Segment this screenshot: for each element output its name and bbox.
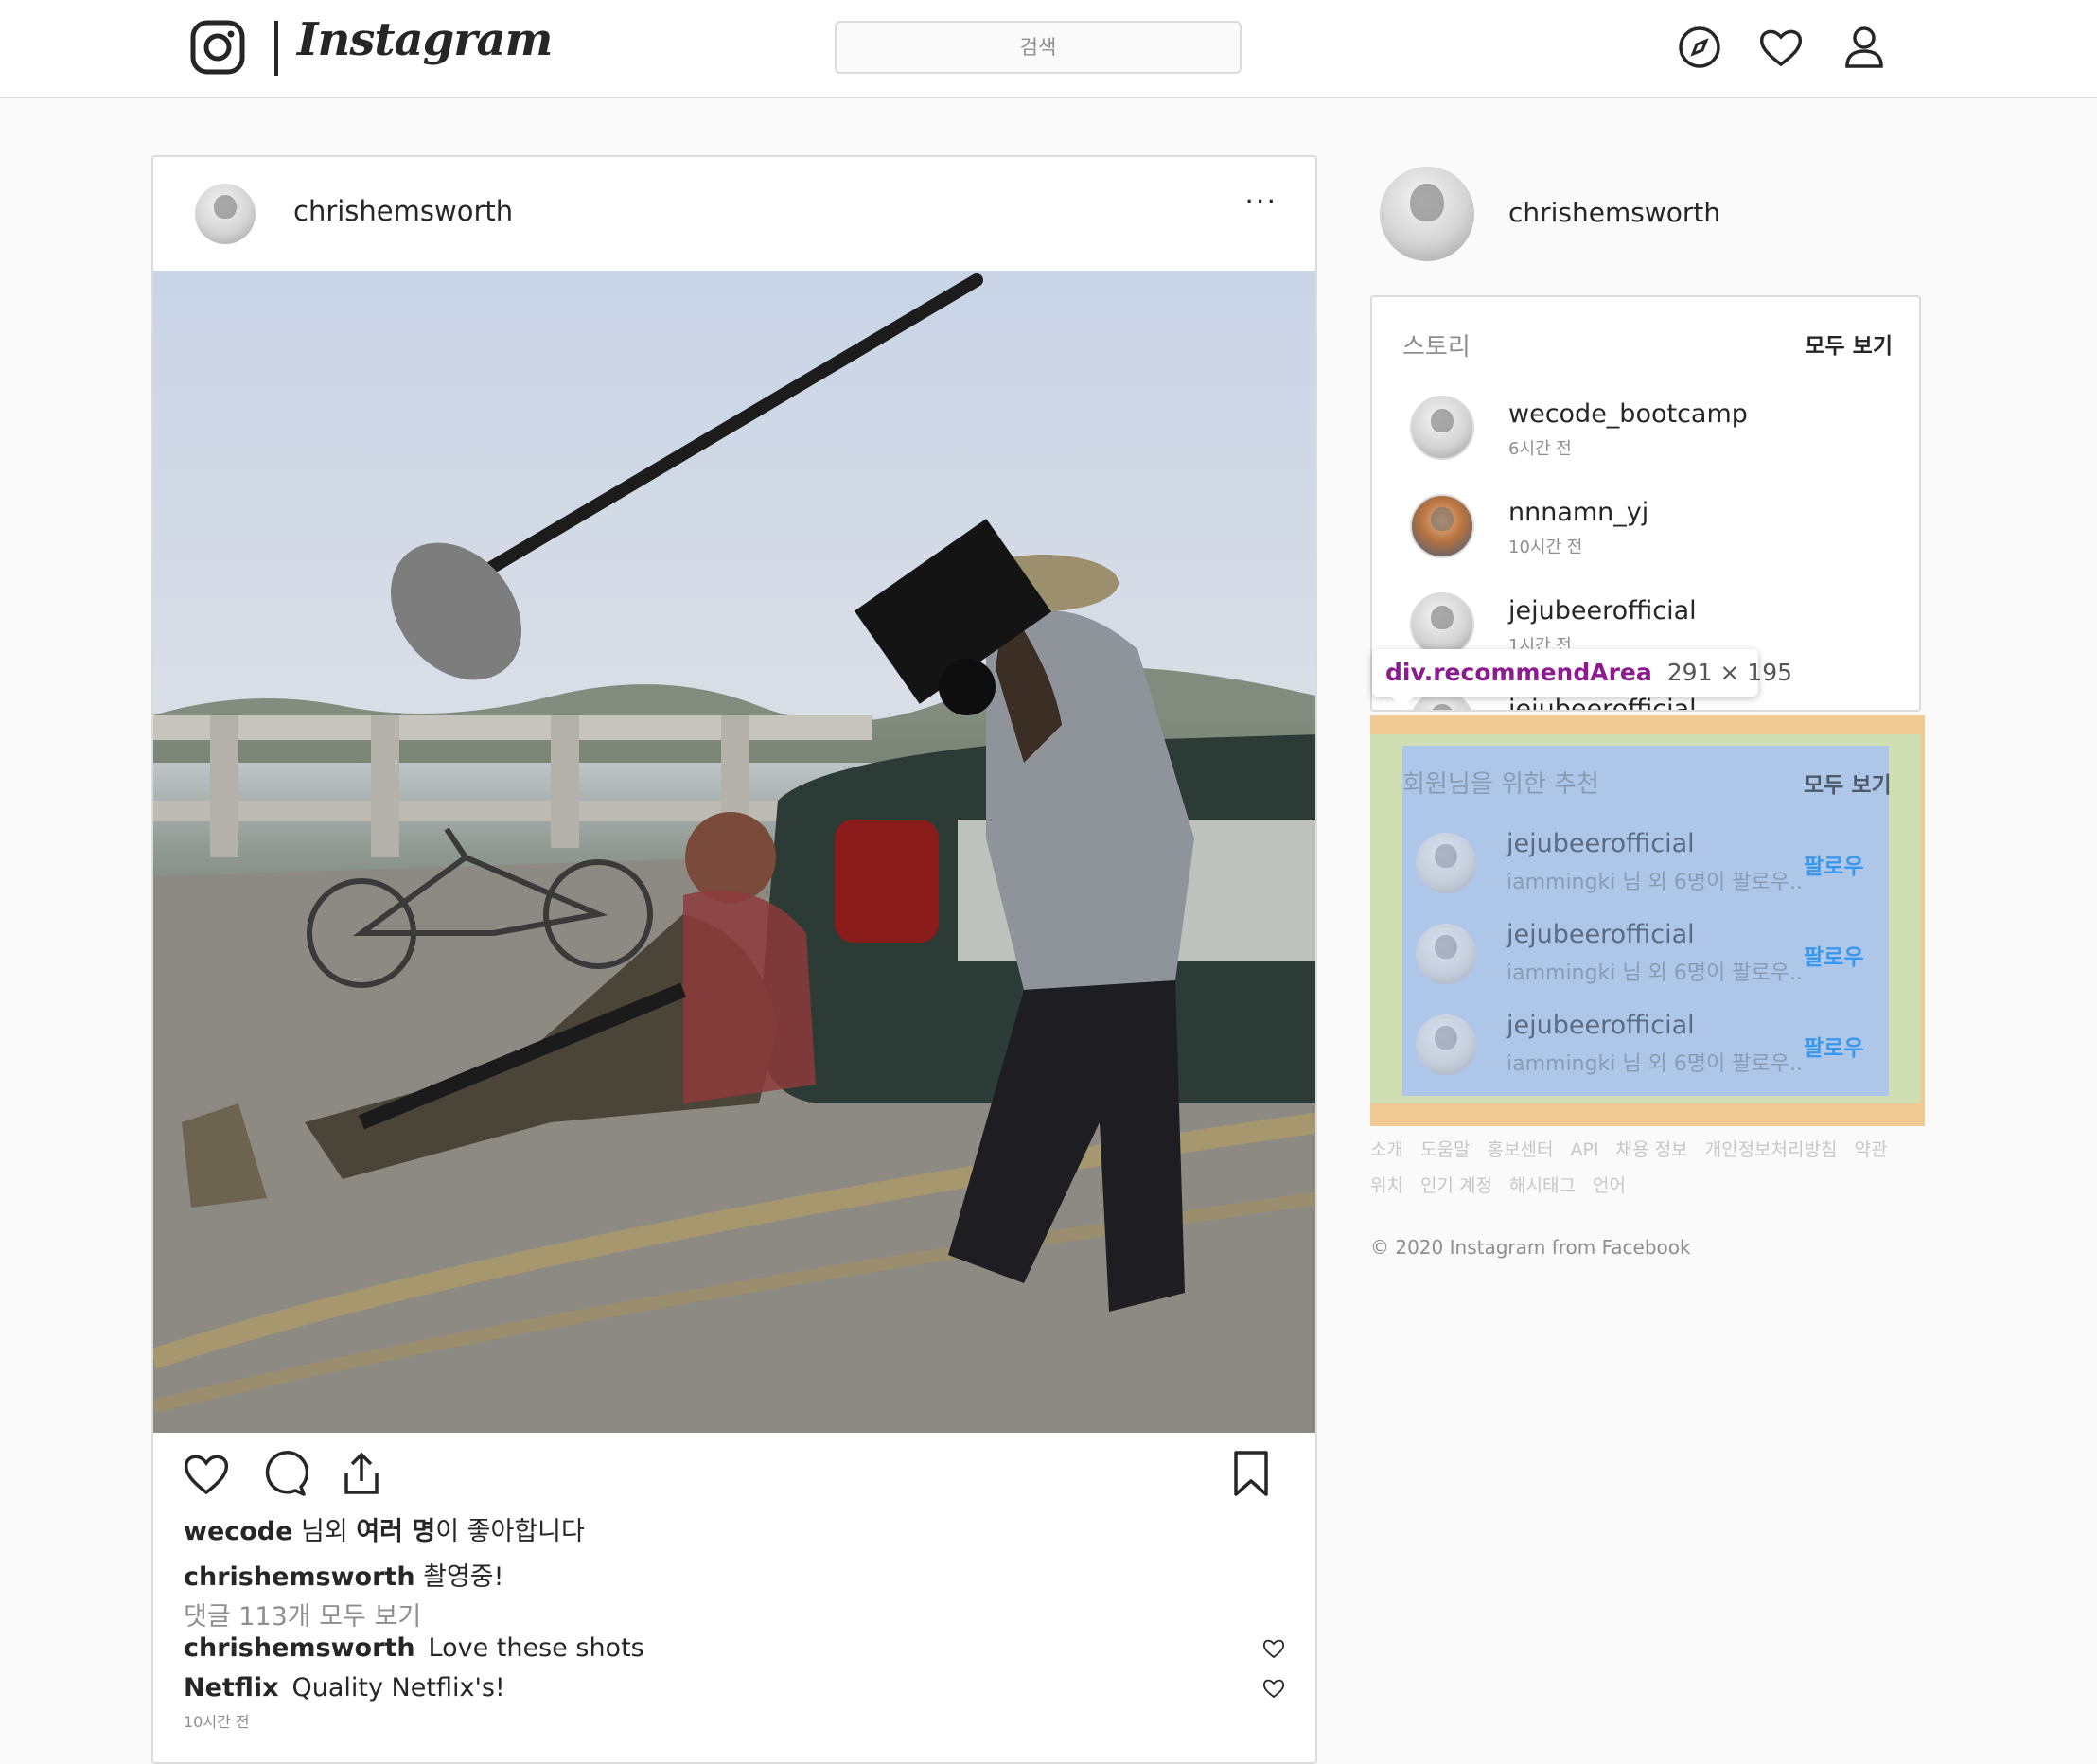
copyright: © 2020 Instagram from Facebook: [1370, 1236, 1691, 1259]
story-item[interactable]: nnnamn_yj 10시간 전: [1410, 494, 1902, 570]
bookmark-icon[interactable]: [1226, 1449, 1276, 1498]
comment-item: chrishemsworth Love these shots: [184, 1633, 644, 1663]
sidebar-avatar[interactable]: [1380, 167, 1474, 261]
story-avatar: [1410, 494, 1474, 558]
stories-see-all-link[interactable]: 모두 보기: [1805, 327, 1893, 360]
caption-user[interactable]: chrishemsworth: [184, 1562, 415, 1592]
recommend-username[interactable]: jejubeerofficial: [1507, 920, 1695, 949]
instagram-camera-icon[interactable]: [189, 19, 246, 76]
follow-button[interactable]: 팔로우: [1804, 848, 1863, 880]
story-username: wecode_bootcamp: [1508, 399, 1748, 429]
comment-like-icon[interactable]: [1262, 1677, 1285, 1700]
view-all-comments-link[interactable]: 댓글 113개 모두 보기: [184, 1596, 421, 1632]
likes-others[interactable]: 여러 명: [356, 1517, 435, 1546]
recommend-avatar[interactable]: [1416, 833, 1476, 893]
post-actions: [153, 1449, 1315, 1506]
recommend-see-all-link[interactable]: 모두 보기: [1804, 767, 1892, 799]
footer-link[interactable]: 위치: [1370, 1175, 1403, 1196]
story-time: 6시간 전: [1508, 439, 1572, 459]
footer-links: 소개 도움말 홍보센터 API 채용 정보 개인정보처리방침 약관 위치 인기 …: [1370, 1132, 1919, 1204]
footer-link[interactable]: 채용 정보: [1616, 1139, 1688, 1160]
post-caption: chrishemsworth 촬영중!: [184, 1556, 503, 1593]
post-avatar[interactable]: [195, 184, 256, 244]
recommend-item: jejubeerofficial iammingki 님 외 6명이 팔로우..…: [1416, 920, 1889, 996]
heart-icon[interactable]: [1756, 23, 1806, 72]
footer-link[interactable]: 인기 계정: [1420, 1175, 1492, 1196]
recommend-subtitle: iammingki 님 외 6명이 팔로우..: [1507, 1052, 1803, 1076]
like-heart-icon[interactable]: [182, 1449, 231, 1498]
likes-mid: 님외: [292, 1517, 357, 1546]
top-nav: Instagram 검색: [0, 0, 2097, 98]
tooltip-dimensions: 291 × 195: [1666, 659, 1793, 686]
comment-item: Netflix Quality Netflix's!: [184, 1673, 505, 1702]
tooltip-selector: div.recommendArea: [1385, 659, 1652, 686]
footer-link[interactable]: 홍보센터: [1488, 1139, 1554, 1160]
story-avatar: [1410, 592, 1474, 657]
comment-icon[interactable]: [259, 1449, 308, 1498]
recommend-username[interactable]: jejubeerofficial: [1507, 829, 1695, 858]
photo-scene: [153, 273, 1315, 1433]
story-avatar: [1410, 396, 1474, 460]
user-icon[interactable]: [1840, 23, 1889, 72]
post-username[interactable]: chrishemsworth: [293, 195, 513, 227]
story-time: 10시간 전: [1508, 538, 1583, 557]
search-input[interactable]: 검색: [835, 21, 1242, 74]
story-item[interactable]: wecode_bootcamp 6시간 전: [1410, 396, 1902, 471]
footer-link[interactable]: 언어: [1593, 1175, 1626, 1196]
recommend-avatar[interactable]: [1416, 924, 1476, 984]
footer-link[interactable]: 도움말: [1420, 1139, 1470, 1160]
recommend-subtitle: iammingki 님 외 6명이 팔로우..: [1507, 961, 1803, 985]
footer-link[interactable]: 개인정보처리방침: [1705, 1139, 1838, 1160]
recommend-item: jejubeerofficial iammingki 님 외 6명이 팔로우..…: [1416, 1011, 1889, 1086]
post-photo[interactable]: [153, 271, 1315, 1433]
comment-user[interactable]: chrishemsworth: [184, 1633, 415, 1663]
inspector-tooltip: div.recommendArea 291 × 195: [1372, 649, 1792, 708]
likes-end: 이 좋아합니다: [435, 1517, 585, 1546]
footer-link[interactable]: API: [1570, 1139, 1598, 1160]
logo-divider: [274, 21, 278, 76]
comment-text: Love these shots: [428, 1633, 644, 1663]
post-time: 10시간 전: [184, 1713, 250, 1731]
follow-button[interactable]: 팔로우: [1804, 1030, 1863, 1062]
share-icon[interactable]: [337, 1449, 386, 1498]
story-username: jejubeerofficial: [1508, 695, 1697, 712]
comment-like-icon[interactable]: [1262, 1637, 1285, 1660]
recommend-title: 회원님을 위한 추천: [1402, 770, 1599, 799]
compass-icon[interactable]: [1675, 23, 1724, 72]
likes-user[interactable]: wecode: [184, 1517, 292, 1546]
story-username: nnnamn_yj: [1508, 498, 1649, 527]
footer-link[interactable]: 해시태그: [1509, 1175, 1576, 1196]
recommend-item: jejubeerofficial iammingki 님 외 6명이 팔로우..…: [1416, 829, 1889, 905]
comment-text: Quality Netflix's!: [291, 1673, 505, 1702]
follow-button[interactable]: 팔로우: [1804, 939, 1863, 971]
feed-post: chrishemsworth ··· wecode 님외 여러 명이 좋아합니다…: [151, 155, 1317, 1764]
more-options-icon[interactable]: ···: [1244, 185, 1278, 219]
stories-title: 스토리: [1402, 333, 1471, 362]
likes-summary: wecode 님외 여러 명이 좋아합니다: [184, 1510, 585, 1547]
logo-wordmark[interactable]: Instagram: [297, 13, 553, 66]
recommend-avatar[interactable]: [1416, 1014, 1476, 1075]
footer-link[interactable]: 약관: [1855, 1139, 1888, 1160]
recommend-username[interactable]: jejubeerofficial: [1507, 1011, 1695, 1040]
post-header: chrishemsworth ···: [153, 157, 1315, 271]
footer-link[interactable]: 소개: [1370, 1139, 1403, 1160]
recommend-subtitle: iammingki 님 외 6명이 팔로우..: [1507, 871, 1803, 894]
caption-text: 촬영중!: [414, 1562, 504, 1592]
sidebar-username[interactable]: chrishemsworth: [1508, 197, 1720, 228]
story-username: jejubeerofficial: [1508, 596, 1697, 626]
comment-user[interactable]: Netflix: [184, 1673, 279, 1702]
